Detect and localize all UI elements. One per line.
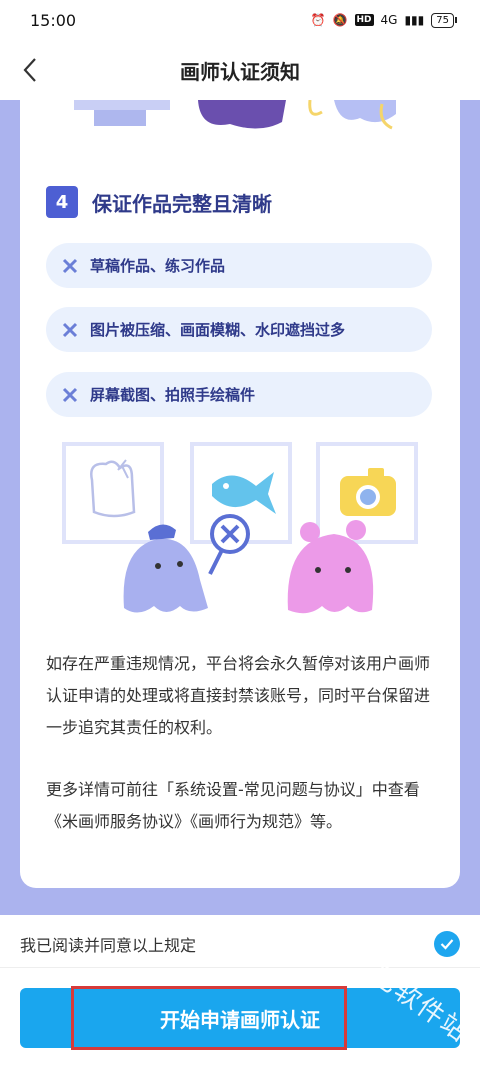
section-number-badge: 4 — [46, 186, 78, 218]
artwork-illustration — [62, 442, 418, 614]
section-header: 4 保证作品完整且清晰 — [46, 186, 272, 218]
checkmark-icon — [440, 939, 454, 950]
network-label: 4G — [380, 13, 398, 27]
x-icon — [62, 258, 78, 273]
status-bar: 15:00 ⏰ 🔕 HD 4G ▮▮▮ 75 — [0, 0, 480, 40]
chevron-left-icon — [23, 58, 36, 82]
agree-checkbox[interactable] — [434, 931, 460, 957]
back-button[interactable] — [12, 52, 48, 88]
battery-icon: 75 — [431, 12, 457, 28]
rule-text: 草稿作品、练习作品 — [90, 257, 226, 275]
violation-paragraph: 如存在严重违规情况，平台将会永久暂停对该用户画师认证申请的处理或将直接封禁该账号… — [46, 654, 431, 737]
agree-row[interactable]: 我已阅读并同意以上规定 — [20, 927, 460, 961]
x-icon — [62, 387, 78, 402]
nav-bar: 画师认证须知 — [0, 40, 480, 100]
alarm-icon: ⏰ — [310, 13, 326, 27]
page-title: 画师认证须知 — [180, 59, 300, 84]
more-info-paragraph: 更多详情可前往「系统设置-常见问题与协议」中查看《米画师服务协议》《画师行为规范… — [46, 780, 420, 831]
rule-item: 屏幕截图、拍照手绘稿件 — [46, 372, 432, 417]
hd-icon: HD — [354, 14, 374, 26]
top-illustration — [74, 100, 396, 130]
status-icons: ⏰ 🔕 HD 4G ▮▮▮ 75 — [310, 12, 457, 28]
rule-text: 图片被压缩、画面模糊、水印遮挡过多 — [90, 321, 346, 339]
divider — [0, 967, 480, 968]
section-title: 保证作品完整且清晰 — [92, 191, 272, 216]
signal-icon: ▮▮▮ — [404, 13, 425, 27]
notice-card: 4 保证作品完整且清晰 草稿作品、练习作品 图片被压缩、画面模糊、水印遮挡过多 … — [20, 100, 460, 888]
x-icon — [62, 322, 78, 337]
rule-text: 屏幕截图、拍照手绘稿件 — [90, 386, 256, 404]
rule-item: 草稿作品、练习作品 — [46, 243, 432, 288]
start-certification-label: 开始申请画师认证 — [160, 1007, 320, 1032]
mute-icon: 🔕 — [332, 13, 348, 27]
rule-item: 图片被压缩、画面模糊、水印遮挡过多 — [46, 307, 432, 352]
content-scroll-area[interactable]: 4 保证作品完整且清晰 草稿作品、练习作品 图片被压缩、画面模糊、水印遮挡过多 … — [0, 100, 480, 915]
agree-label: 我已阅读并同意以上规定 — [20, 936, 197, 955]
status-time: 15:00 — [30, 10, 77, 30]
